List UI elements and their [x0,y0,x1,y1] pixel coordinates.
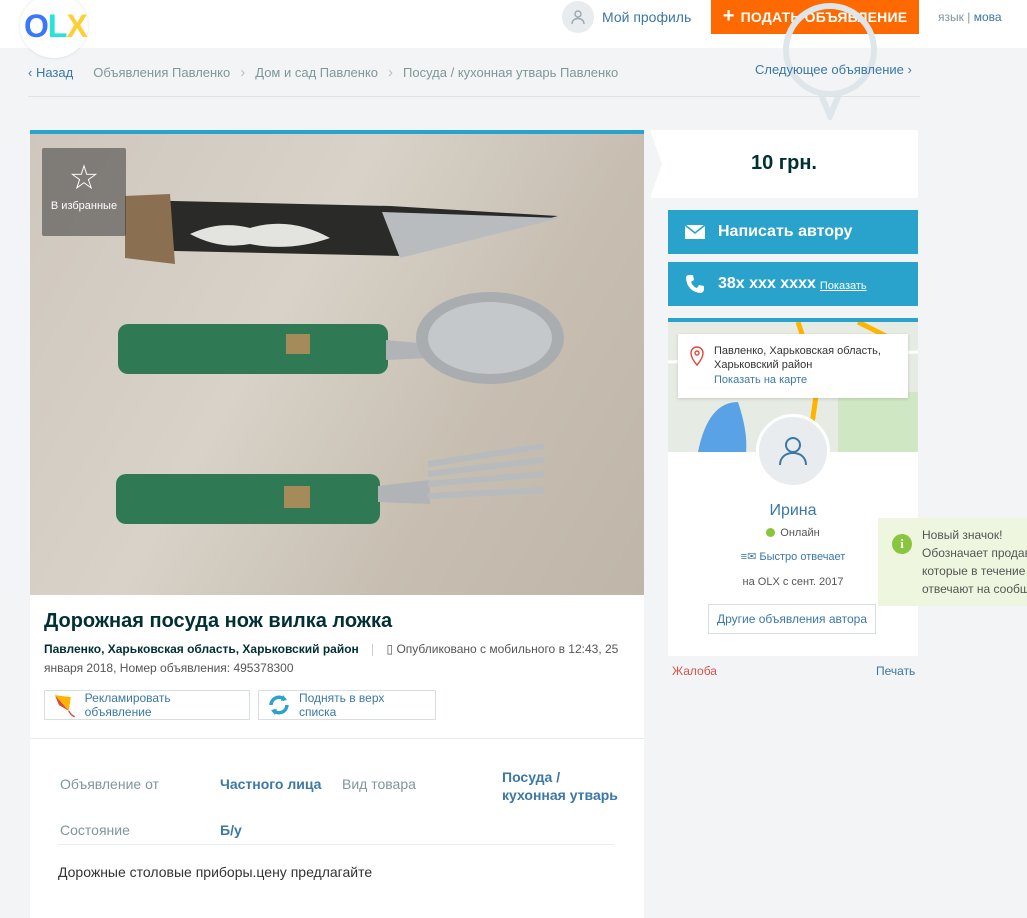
next-ad-link[interactable]: Следующее объявление › [755,62,912,77]
breadcrumb-item[interactable]: Дом и сад Павленко [255,65,378,80]
show-phone-button[interactable]: 38x xxx xxxx Показать [668,262,918,306]
param-value[interactable]: Б/у [220,822,242,838]
lang-option-ua[interactable]: мова [974,10,1002,24]
phone-icon [686,275,704,293]
ad-location: Павленко, Харьковская область, Харьковск… [44,642,359,656]
refresh-icon [269,695,289,715]
watermark-logo [783,3,877,120]
raise-ad-button[interactable]: Поднять в верх списка [258,690,436,720]
param-value[interactable]: Посуда / кухонная утварь [502,768,622,804]
breadcrumb-item[interactable]: Посуда / кухонная утварь Павленко [403,65,618,80]
user-icon [779,437,807,466]
param-value[interactable]: Частного лица [220,776,321,792]
price: 10 грн. [751,152,817,174]
write-author-label: Написать автору [718,223,853,240]
my-profile-link[interactable]: Мой профиль [562,0,691,34]
tooltip-text: Новый значок! Обозначает продавцов, кото… [922,526,1027,598]
chevron-right-icon: › [240,63,246,81]
write-author-button[interactable]: Написать автору [668,210,918,254]
kite-icon [54,695,76,718]
location-pin-icon [690,346,704,366]
divider [372,643,374,656]
divider [28,96,920,97]
olx-logo-mark: OLX [24,8,88,44]
tooltip-line: которые в течение [922,564,1026,578]
user-icon [562,1,594,33]
back-label: Назад [35,64,74,80]
show-on-map-link[interactable]: Показать на карте [714,374,807,386]
divider [30,738,644,739]
price-box: 10 грн. [650,130,918,198]
new-badge-tooltip: i Новый значок! Обозначает продавцов, ко… [878,518,1027,606]
promote-ad-label: Рекламировать объявление [84,691,171,719]
map-address: Павленко, Харьковская область, Харьковск… [714,345,881,371]
info-icon: i [892,534,912,554]
ad-description: Дорожные столовые приборы.цену предлагай… [58,864,373,880]
ad-photo[interactable]: ☆ В избранные [30,134,644,595]
tooltip-line: Новый значок! [922,528,1003,542]
ad-card: ☆ В избранные Дорожная посуда нож вилка … [30,130,644,918]
param-label: Вид товара [342,776,416,792]
back-link[interactable]: ‹ Назад [28,65,73,80]
breadcrumb-item[interactable]: Объявления Павленко [93,65,230,80]
lang-label[interactable]: язык [938,10,964,24]
olx-logo[interactable]: OLX [20,0,88,58]
ad-meta: Павленко, Харьковская область, Харьковск… [44,640,634,678]
phone-number: 38x xxx xxxx [718,275,816,292]
promote-ad-button[interactable]: Рекламировать объявление [44,690,250,720]
next-ad-label: Следующее объявление [755,62,904,77]
online-label: Онлайн [780,527,820,539]
tooltip-line: Обозначает продавцов, [922,546,1027,560]
chevron-right-icon: › [907,62,912,77]
plus-icon: + [722,4,735,27]
fast-reply-icon: ≡✉ [740,551,757,563]
divider [58,844,614,845]
language-switcher: язык | мова [938,10,1002,24]
show-phone-link[interactable]: Показать [820,280,867,292]
add-to-favorites-button[interactable]: ☆ В избранные [42,148,126,236]
print-link[interactable]: Печать [876,664,915,678]
param-label: Объявление от [60,776,159,792]
published-mobile: Опубликовано с мобильного [396,642,556,656]
envelope-icon [684,224,706,239]
my-profile-label: Мой профиль [602,9,692,25]
star-icon: ☆ [68,159,100,197]
fast-reply-label: Быстро отвечает [759,551,846,563]
mobile-icon: ▯ [386,642,394,656]
seller-avatar [756,414,830,488]
map-location-popup: Павленко, Харьковская область, Харьковск… [678,334,908,398]
chevron-right-icon: › [388,63,394,81]
online-dot-icon [766,528,776,537]
tooltip-line: отвечают на сообщения [922,582,1027,596]
complaint-link[interactable]: Жалоба [672,664,717,678]
ad-title: Дорожная посуда нож вилка ложка [44,610,393,632]
param-label: Состояние [60,822,130,838]
raise-ad-label: Поднять в верх списка [298,691,385,719]
favorites-label: В избранные [50,200,118,212]
other-ads-button[interactable]: Другие объявления автора [708,604,876,634]
lang-divider: | [967,10,971,24]
